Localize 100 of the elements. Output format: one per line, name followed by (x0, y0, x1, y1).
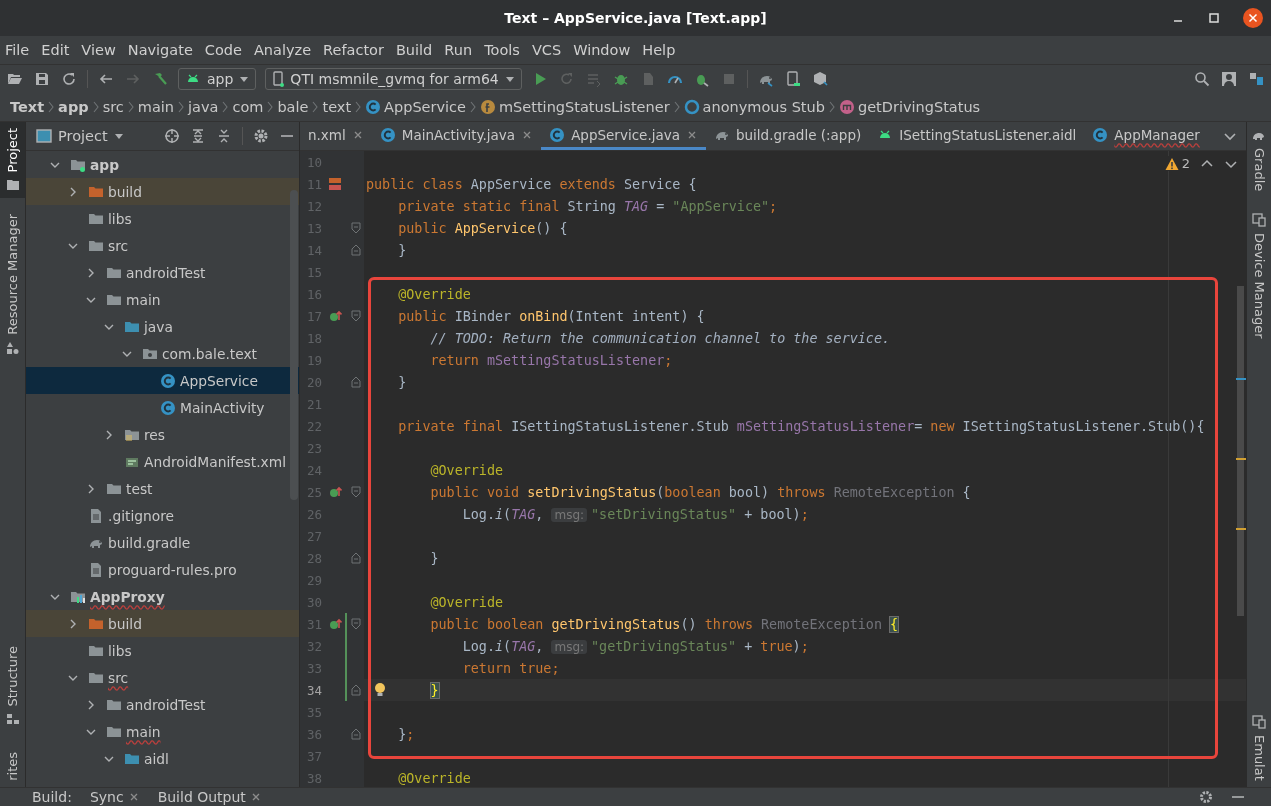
breadcrumb-item[interactable]: anonymous Stub (683, 98, 825, 115)
tree-item[interactable]: androidTest (26, 259, 299, 286)
editor-tab[interactable]: AppManager (1084, 122, 1208, 150)
breadcrumb-item[interactable]: mSettingStatusListener (480, 98, 670, 115)
menu-item[interactable]: Tools (483, 42, 521, 58)
menu-item[interactable]: Edit (40, 42, 71, 58)
tool-window-button[interactable]: Project (0, 122, 25, 199)
bulb-icon[interactable] (374, 682, 386, 698)
fold-icon[interactable] (351, 618, 361, 630)
tool-window-button[interactable]: Resource Manager (0, 208, 25, 362)
breadcrumb-item[interactable]: getDrivingStatus (838, 98, 981, 115)
breadcrumb-item[interactable]: app (58, 98, 89, 115)
editor-tab[interactable]: n.xml (300, 122, 372, 150)
code-line: public class AppService extends Service { (366, 176, 697, 192)
tree-item[interactable]: aidl (26, 745, 299, 772)
fold-icon[interactable] (351, 376, 361, 388)
fold-icon[interactable] (351, 244, 361, 256)
tree-item[interactable]: java (26, 313, 299, 340)
implements-icon[interactable] (328, 617, 342, 631)
tree-item[interactable]: .gitignore (26, 502, 299, 529)
menu-item[interactable]: Build (394, 42, 434, 58)
fold-icon[interactable] (351, 728, 361, 740)
tree-item[interactable]: AppService (26, 367, 299, 394)
tree-item[interactable]: libs (26, 205, 299, 232)
fold-icon[interactable] (351, 684, 361, 696)
code-line: @Override (429, 462, 504, 478)
tree-item[interactable]: src (26, 664, 299, 691)
tree-item[interactable]: com.bale.text (26, 340, 299, 367)
search-icon[interactable] (1193, 69, 1211, 88)
scrollbar-thumb[interactable] (290, 190, 298, 500)
tree-item[interactable]: proguard-rules.pro (26, 556, 299, 583)
implements-icon[interactable] (328, 309, 342, 323)
build-tab[interactable]: Build Output (157, 789, 262, 805)
breadcrumb-item[interactable]: bale (277, 98, 309, 115)
settings-icon[interactable] (1199, 790, 1213, 804)
tree-item[interactable]: app (26, 151, 299, 178)
phone-icon (272, 70, 285, 87)
tree-item[interactable]: libs (26, 637, 299, 664)
editor-tab[interactable]: build.gradle (:app) (705, 122, 870, 150)
breadcrumb-item[interactable]: main (137, 98, 175, 115)
fold-icon[interactable] (351, 552, 361, 564)
collapse-all-icon[interactable] (216, 128, 232, 144)
menu-item[interactable]: VCS (530, 42, 563, 58)
crosshair-icon[interactable] (164, 128, 180, 144)
tool-window-button[interactable]: Structure (0, 639, 25, 733)
menu-item[interactable]: Window (572, 42, 632, 58)
maximize-icon[interactable] (1207, 11, 1221, 25)
account-icon[interactable] (1220, 69, 1238, 88)
tool-window-button[interactable]: rites (0, 746, 25, 787)
breadcrumb-item[interactable]: src (102, 98, 124, 115)
menu-item[interactable]: Analyze (252, 42, 313, 58)
menu-item[interactable]: View (80, 42, 117, 58)
tree-item[interactable]: build.gradle (26, 529, 299, 556)
tree-item[interactable]: main (26, 286, 299, 313)
warning-count[interactable]: 2 (1164, 156, 1190, 171)
class-icon (379, 126, 396, 143)
menu-item[interactable]: Code (203, 42, 243, 58)
implements-icon[interactable] (328, 485, 342, 499)
breadcrumb-item[interactable]: com (232, 98, 264, 115)
tree-item[interactable]: src (26, 232, 299, 259)
menu-item[interactable]: Help (641, 42, 677, 58)
scrollbar-thumb[interactable] (1237, 286, 1244, 616)
tree-item[interactable]: build (26, 610, 299, 637)
menu-item[interactable]: Refactor (322, 42, 385, 58)
fold-icon[interactable] (351, 222, 361, 234)
build-tab[interactable]: Sync (89, 789, 140, 805)
breadcrumb-item[interactable]: Text (10, 98, 45, 115)
configuration-dropdown[interactable]: app (178, 67, 257, 90)
code-line: private static final String TAG = "AppService"; (397, 198, 778, 214)
code-line: public boolean getDrivingStatus() throws RemoteException { (429, 616, 899, 632)
close-icon[interactable] (1243, 8, 1263, 28)
tree-item[interactable]: main (26, 718, 299, 745)
tree-item[interactable]: AndroidManifest.xml (26, 448, 299, 475)
editor-tab[interactable]: MainActivity.java (371, 122, 542, 150)
tree-item[interactable]: test (26, 475, 299, 502)
tool-window-button[interactable]: Device Manager (1247, 207, 1271, 345)
breadcrumb-item[interactable]: text (322, 98, 352, 115)
code-line: Log.i(TAG, msg: "setDrivingStatus" + bool); (461, 506, 809, 522)
breadcrumb-item[interactable]: java (188, 98, 219, 115)
tool-window-button[interactable]: Gradle (1247, 122, 1271, 198)
menu-item[interactable]: File (4, 42, 31, 58)
configuration-dropdown[interactable]: QTI msmnile_gvmq for arm64 (265, 67, 522, 90)
editor-tab[interactable]: AppService.java (541, 122, 706, 150)
tree-item[interactable]: MainActivity (26, 394, 299, 421)
fold-icon[interactable] (351, 310, 361, 322)
tree-item[interactable]: res (26, 421, 299, 448)
settings-icon[interactable] (253, 128, 269, 144)
editor-tab[interactable]: ISettingStatusListener.aidl (869, 122, 1085, 150)
tree-item[interactable]: AppProxy (26, 583, 299, 610)
devices-icon (1252, 715, 1266, 730)
project-view-dropdown[interactable]: Project (36, 128, 124, 144)
line-number: 34 (305, 682, 322, 698)
tree-item[interactable]: androidTest (26, 691, 299, 718)
fold-icon[interactable] (351, 486, 361, 498)
tree-item[interactable]: build (26, 178, 299, 205)
tool-window-button[interactable]: Emulat (1247, 709, 1271, 787)
breadcrumb-item[interactable]: AppService (365, 98, 466, 115)
expand-all-icon[interactable] (190, 128, 206, 144)
menu-item[interactable]: Run (443, 42, 474, 58)
menu-item[interactable]: Navigate (126, 42, 194, 58)
